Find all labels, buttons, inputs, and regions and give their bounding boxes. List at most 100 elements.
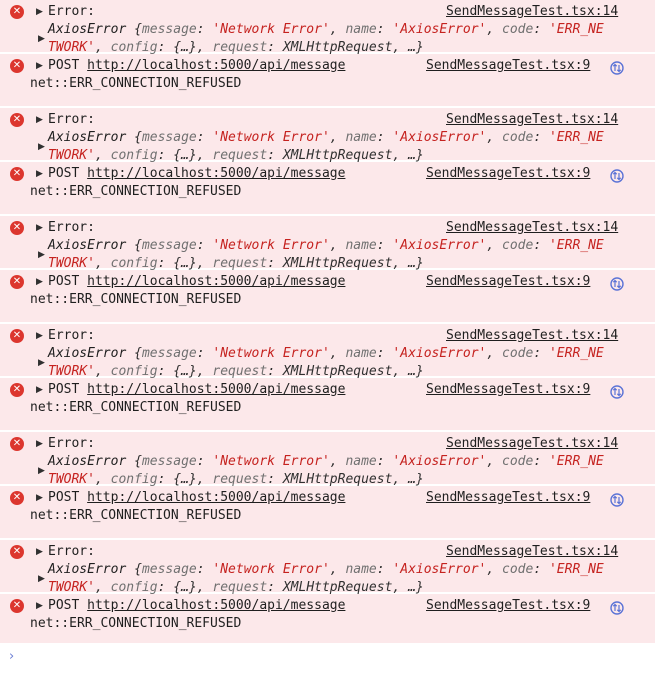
property-key: name [345, 454, 377, 469]
expand-triangle-icon[interactable]: ▶ [38, 574, 45, 584]
property-key: config [110, 148, 158, 163]
error-label: Error: [48, 544, 95, 559]
property-value: XMLHttpRequest [282, 148, 393, 163]
network-error-detail: net::ERR_CONNECTION_REFUSED [30, 508, 242, 523]
property-key: request [212, 472, 268, 487]
error-circle-icon: ✕ [10, 329, 24, 343]
property-value: {…} [173, 148, 197, 163]
request-url-link[interactable]: http://localhost:5000/api/message [87, 274, 345, 289]
expand-triangle-icon[interactable]: ▶ [38, 358, 45, 368]
request-url-link[interactable]: http://localhost:5000/api/message [87, 382, 345, 397]
object-brace: { [134, 346, 142, 361]
property-value: TWORK' [48, 364, 95, 379]
console-network-error: ✕ ▶ POST http://localhost:5000/api/messa… [0, 54, 655, 108]
property-value: 'Network Error' [212, 130, 330, 145]
property-key: code [502, 454, 534, 469]
source-link[interactable]: SendMessageTest.tsx:9 [426, 273, 590, 291]
object-preview-line-1: AxiosError {message: 'Network Error', na… [48, 454, 604, 469]
source-link[interactable]: SendMessageTest.tsx:9 [426, 165, 590, 183]
expand-triangle-icon[interactable]: ▶ [38, 466, 45, 476]
property-key: config [110, 364, 158, 379]
property-key: code [502, 346, 534, 361]
error-label: Error: [48, 4, 95, 19]
object-tail: , …} [392, 40, 424, 55]
request-line: POST http://localhost:5000/api/message [48, 57, 345, 75]
network-request-icon[interactable] [610, 277, 624, 291]
object-tail: , …} [392, 148, 424, 163]
source-link[interactable]: SendMessageTest.tsx:14 [446, 327, 618, 345]
request-method: POST [48, 58, 80, 73]
property-key: message [141, 130, 197, 145]
expand-triangle-icon[interactable]: ▶ [36, 331, 43, 341]
object-class-name: AxiosError [48, 238, 127, 253]
property-value: TWORK' [48, 148, 95, 163]
object-class-name: AxiosError [48, 562, 127, 577]
console-network-error: ✕ ▶ POST http://localhost:5000/api/messa… [0, 270, 655, 324]
property-value: XMLHttpRequest [282, 256, 393, 271]
error-circle-icon: ✕ [10, 491, 24, 505]
console-error-message: ✕ ▶ Error: SendMessageTest.tsx:14 ▶ Axio… [0, 540, 655, 595]
network-error-detail: net::ERR_CONNECTION_REFUSED [30, 292, 242, 307]
property-key: message [141, 346, 197, 361]
network-request-icon[interactable] [610, 385, 624, 399]
expand-triangle-icon[interactable]: ▶ [36, 7, 43, 17]
property-value: 'ERR_NE [548, 22, 604, 37]
property-key: request [212, 580, 268, 595]
expand-triangle-icon[interactable]: ▶ [36, 277, 43, 287]
property-value: 'Network Error' [212, 346, 330, 361]
request-url-link[interactable]: http://localhost:5000/api/message [87, 166, 345, 181]
expand-triangle-icon[interactable]: ▶ [38, 250, 45, 260]
source-link[interactable]: SendMessageTest.tsx:9 [426, 57, 590, 75]
property-value: TWORK' [48, 472, 95, 487]
network-request-icon[interactable] [610, 169, 624, 183]
error-circle-icon: ✕ [10, 599, 24, 613]
console-error-message: ✕ ▶ Error: SendMessageTest.tsx:14 ▶ Axio… [0, 324, 655, 379]
source-link[interactable]: SendMessageTest.tsx:9 [426, 381, 590, 399]
source-link[interactable]: SendMessageTest.tsx:14 [446, 111, 618, 129]
source-link[interactable]: SendMessageTest.tsx:14 [446, 435, 618, 453]
source-link[interactable]: SendMessageTest.tsx:9 [426, 489, 590, 507]
object-brace: { [134, 238, 142, 253]
expand-triangle-icon[interactable]: ▶ [36, 601, 43, 611]
network-request-icon[interactable] [610, 61, 624, 75]
expand-triangle-icon[interactable]: ▶ [36, 547, 43, 557]
expand-triangle-icon[interactable]: ▶ [36, 439, 43, 449]
property-key: name [345, 562, 377, 577]
expand-triangle-icon[interactable]: ▶ [38, 34, 45, 44]
expand-triangle-icon[interactable]: ▶ [36, 493, 43, 503]
expand-triangle-icon[interactable]: ▶ [38, 142, 45, 152]
error-circle-icon: ✕ [10, 221, 24, 235]
expand-triangle-icon[interactable]: ▶ [36, 385, 43, 395]
property-value: 'ERR_NE [548, 454, 604, 469]
source-link[interactable]: SendMessageTest.tsx:14 [446, 219, 618, 237]
request-line: POST http://localhost:5000/api/message [48, 597, 345, 615]
property-key: request [212, 364, 268, 379]
property-value: 'Network Error' [212, 454, 330, 469]
property-value: {…} [173, 40, 197, 55]
expand-triangle-icon[interactable]: ▶ [36, 61, 43, 71]
source-link[interactable]: SendMessageTest.tsx:14 [446, 543, 618, 561]
property-key: code [502, 130, 534, 145]
property-key: code [502, 238, 534, 253]
expand-triangle-icon[interactable]: ▶ [36, 115, 43, 125]
request-method: POST [48, 598, 80, 613]
source-link[interactable]: SendMessageTest.tsx:14 [446, 3, 618, 21]
console-message-list: ✕ ▶ Error: SendMessageTest.tsx:14 ▶ Axio… [0, 0, 655, 648]
property-key: name [345, 238, 377, 253]
network-request-icon[interactable] [610, 493, 624, 507]
console-error-message: ✕ ▶ Error: SendMessageTest.tsx:14 ▶ Axio… [0, 0, 655, 55]
property-value: 'ERR_NE [548, 562, 604, 577]
expand-triangle-icon[interactable]: ▶ [36, 169, 43, 179]
request-url-link[interactable]: http://localhost:5000/api/message [87, 598, 345, 613]
console-network-error: ✕ ▶ POST http://localhost:5000/api/messa… [0, 486, 655, 540]
expand-triangle-icon[interactable]: ▶ [36, 223, 43, 233]
console-prompt[interactable]: › [0, 643, 655, 675]
error-circle-icon: ✕ [10, 59, 24, 73]
source-link[interactable]: SendMessageTest.tsx:9 [426, 597, 590, 615]
request-url-link[interactable]: http://localhost:5000/api/message [87, 490, 345, 505]
object-brace: { [134, 22, 142, 37]
property-value: 'AxiosError' [392, 454, 487, 469]
request-url-link[interactable]: http://localhost:5000/api/message [87, 58, 345, 73]
property-key: name [345, 130, 377, 145]
network-request-icon[interactable] [610, 601, 624, 615]
